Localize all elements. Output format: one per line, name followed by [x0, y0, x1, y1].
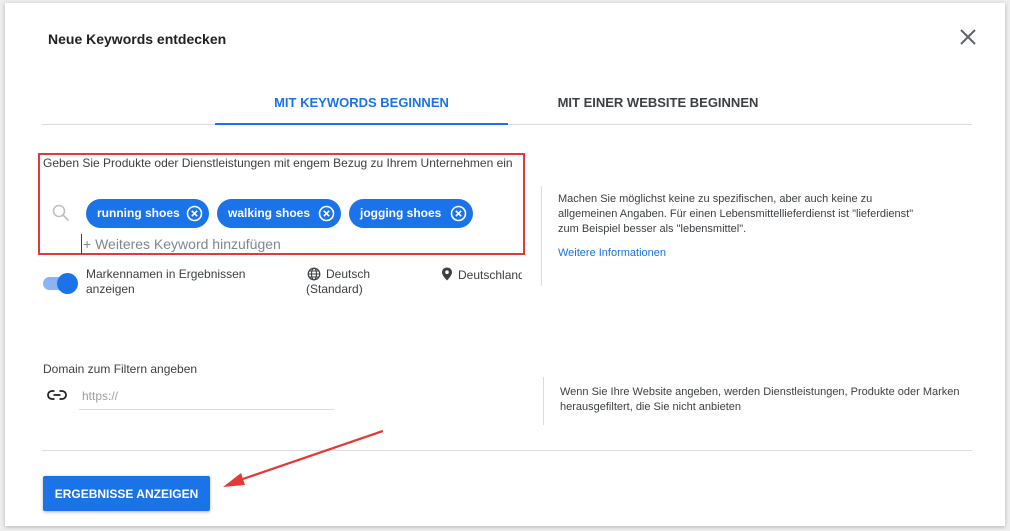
location-pin-icon	[442, 267, 452, 281]
language-default-note: (Standard)	[306, 282, 363, 296]
close-icon[interactable]	[958, 27, 978, 47]
vertical-divider	[543, 377, 544, 425]
toggle-knob	[57, 273, 78, 294]
domain-input[interactable]	[79, 382, 334, 410]
annotation-arrow-icon	[223, 429, 384, 487]
keyword-input-label: Geben Sie Produkte oder Dienstleistungen…	[43, 156, 513, 170]
tab-bar: MIT KEYWORDS BEGINNEN MIT EINER WEBSITE …	[42, 81, 972, 125]
search-icon	[52, 204, 70, 222]
more-info-link[interactable]: Weitere Informationen	[558, 247, 666, 259]
keyword-chip-label: running shoes	[97, 206, 180, 220]
keyword-chip[interactable]: walking shoes	[217, 199, 341, 228]
domain-filter-label: Domain zum Filtern angeben	[43, 362, 198, 376]
horizontal-divider	[42, 450, 972, 451]
keyword-chip[interactable]: jogging shoes	[349, 199, 473, 228]
domain-help-text: Wenn Sie Ihre Website angeben, werden Di…	[560, 386, 960, 413]
keyword-help-text: Machen Sie möglichst keine zu spezifisch…	[558, 193, 914, 235]
brand-names-toggle-label: Markennamen in Ergebnissen anzeigen	[86, 267, 246, 296]
language-value: Deutsch	[326, 267, 371, 281]
tab-start-with-website[interactable]: MIT EINER WEBSITE BEGINNEN	[508, 81, 808, 125]
remove-chip-icon[interactable]	[186, 205, 203, 222]
dialog-title: Neue Keywords entdecken	[48, 31, 227, 47]
tab-start-with-keywords[interactable]: MIT KEYWORDS BEGINNEN	[215, 81, 508, 125]
keyword-dialog: Neue Keywords entdecken MIT KEYWORDS BEG…	[5, 3, 1005, 526]
remove-chip-icon[interactable]	[450, 205, 467, 222]
brand-names-toggle[interactable]	[43, 272, 79, 294]
location-selector[interactable]: Deutschland	[458, 268, 522, 282]
keyword-chip-label: walking shoes	[228, 206, 311, 220]
show-results-button[interactable]: ERGEBNISSE ANZEIGEN	[43, 476, 210, 511]
remove-chip-icon[interactable]	[318, 205, 335, 222]
keyword-chip-label: jogging shoes	[360, 206, 442, 220]
vertical-divider	[541, 186, 542, 286]
keyword-chip[interactable]: running shoes	[86, 199, 209, 228]
language-selector[interactable]: Deutsch (Standard)	[306, 267, 370, 297]
link-icon	[47, 390, 67, 400]
add-keyword-input[interactable]: + Weiteres Keyword hinzufügen	[81, 234, 281, 254]
